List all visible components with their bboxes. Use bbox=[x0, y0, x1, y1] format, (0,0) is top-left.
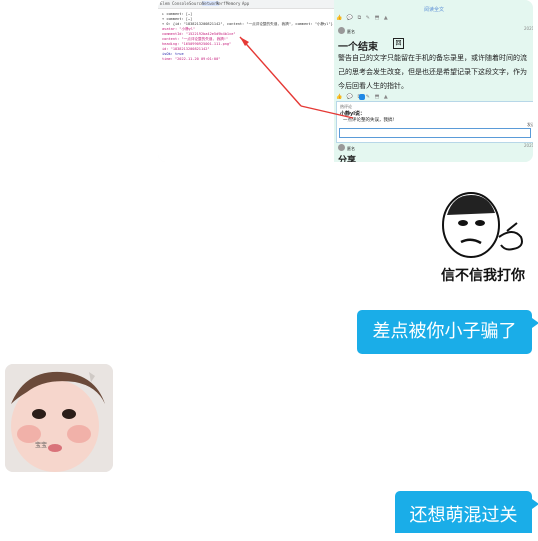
baby-photo[interactable]: 宝宝 bbox=[5, 364, 113, 472]
meme-caption: 信不信我打你 bbox=[441, 268, 525, 284]
message-text: 还想萌混过关 bbox=[409, 505, 518, 526]
photo-watermark: 宝宝 bbox=[35, 442, 48, 449]
bubble-tail-icon bbox=[532, 499, 538, 509]
chat-bubble-sent[interactable]: 差点被你小子骗了 bbox=[357, 310, 532, 354]
red-arrow-annotation bbox=[239, 36, 354, 119]
meme-sticker[interactable]: 信不信我打你 bbox=[433, 187, 533, 287]
baby-face-icon bbox=[5, 364, 113, 472]
embedded-screenshot[interactable]: Elem Console Sources Network Perf Memory… bbox=[158, 0, 533, 162]
message-text: 差点被你小子骗了 bbox=[372, 321, 517, 342]
chat-bubble-sent[interactable]: 还想萌混过关 bbox=[395, 491, 532, 533]
rage-face-icon bbox=[442, 192, 523, 258]
bubble-tail-icon bbox=[532, 318, 538, 328]
